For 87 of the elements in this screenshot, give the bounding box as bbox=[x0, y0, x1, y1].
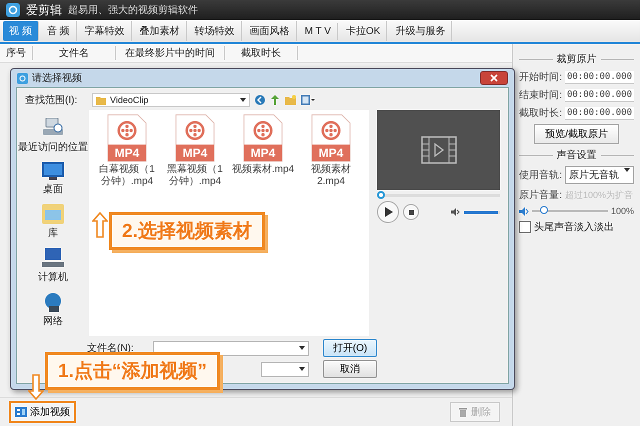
video-file-icon bbox=[311, 114, 351, 162]
field-label: 文件名(N): bbox=[87, 342, 135, 355]
tab[interactable]: 视 频 bbox=[3, 21, 39, 41]
tab[interactable]: 画面风格 bbox=[244, 21, 297, 41]
file-item[interactable]: MP4 视频素材2.mp4 bbox=[299, 114, 363, 188]
play-button[interactable] bbox=[377, 201, 399, 223]
time-field[interactable]: 00:00:00.000 bbox=[564, 88, 634, 102]
volume-reading: 100% bbox=[610, 206, 634, 216]
track-dropdown[interactable]: 原片无音轨 bbox=[564, 166, 634, 184]
file-type-label: MP4 bbox=[114, 146, 140, 160]
caret-icon bbox=[240, 98, 246, 102]
slider-thumb[interactable] bbox=[540, 206, 548, 214]
checkbox-label: 头尾声音淡入淡出 bbox=[534, 220, 614, 234]
add-video-button[interactable]: 添加视频 bbox=[9, 401, 76, 423]
close-button[interactable] bbox=[480, 71, 508, 85]
app-logo-icon bbox=[17, 72, 28, 84]
app-logo-icon bbox=[6, 3, 20, 17]
video-file-icon bbox=[243, 114, 283, 162]
file-item[interactable]: MP4 黑幕视频（1分钟）.mp4 bbox=[163, 114, 227, 188]
stop-button[interactable] bbox=[403, 204, 419, 220]
place-item[interactable]: 库 bbox=[42, 204, 64, 240]
file-type-label: MP4 bbox=[250, 146, 276, 160]
seek-handle[interactable] bbox=[377, 191, 385, 199]
tab[interactable]: 叠加素材 bbox=[134, 21, 187, 41]
field-label: 截取时长: bbox=[519, 106, 562, 120]
up-arrow-icon bbox=[92, 212, 108, 238]
video-file-icon bbox=[175, 114, 215, 162]
filename-field[interactable] bbox=[153, 340, 309, 356]
cancel-button[interactable]: 取消 bbox=[323, 360, 377, 378]
field-label: 使用音轨: bbox=[519, 168, 562, 182]
place-item[interactable]: 桌面 bbox=[42, 162, 64, 196]
back-icon[interactable] bbox=[255, 95, 265, 105]
file-type-label: MP4 bbox=[182, 146, 208, 160]
app-slogan: 超易用、强大的视频剪辑软件 bbox=[68, 4, 198, 17]
down-arrow-icon bbox=[28, 374, 44, 400]
file-item[interactable]: MP4 视频素材.mp4 bbox=[231, 114, 295, 176]
checkbox[interactable] bbox=[519, 221, 532, 233]
field-label: 结束时间: bbox=[519, 88, 562, 102]
caret-icon bbox=[299, 346, 305, 350]
speaker-icon bbox=[519, 206, 530, 216]
place-item[interactable]: 计算机 bbox=[38, 248, 68, 284]
tab[interactable]: 转场特效 bbox=[188, 21, 242, 41]
up-folder-icon[interactable] bbox=[270, 95, 280, 105]
video-file-icon bbox=[107, 114, 147, 162]
folder-dropdown[interactable]: VideoClip bbox=[92, 93, 250, 107]
film-play-icon bbox=[420, 136, 456, 164]
file-item[interactable]: MP4 白幕视频（1分钟）.mp4 bbox=[95, 114, 159, 188]
look-in-label: 查找范围(I): bbox=[25, 94, 78, 107]
place-item[interactable]: 网络 bbox=[43, 292, 63, 328]
time-field[interactable]: 00:00:00.000 bbox=[564, 106, 634, 120]
tab[interactable]: 卡拉OK bbox=[340, 21, 388, 41]
caret-icon bbox=[624, 168, 630, 172]
tab[interactable]: 升级与服务 bbox=[389, 21, 452, 41]
app-name: 爱剪辑 bbox=[26, 2, 62, 18]
library-icon bbox=[42, 204, 64, 224]
film-icon bbox=[15, 407, 27, 417]
trash-icon bbox=[459, 407, 468, 417]
column-header[interactable]: 文件名 bbox=[33, 46, 116, 60]
speaker-icon bbox=[451, 208, 460, 216]
tab[interactable]: M T V bbox=[298, 22, 338, 40]
annotation-tooltip: 2.选择视频素材 bbox=[109, 212, 265, 250]
desktop-icon bbox=[42, 162, 64, 180]
stop-icon bbox=[408, 210, 414, 214]
column-header[interactable]: 序号 bbox=[0, 46, 33, 60]
caret-icon bbox=[299, 367, 305, 371]
section-title: 裁剪原片 bbox=[556, 52, 597, 66]
tab[interactable]: 字幕特效 bbox=[78, 21, 132, 41]
column-header[interactable]: 截取时长 bbox=[225, 46, 298, 60]
tab[interactable]: 音 频 bbox=[40, 21, 77, 41]
field-label: 原片音量: bbox=[519, 188, 562, 202]
file-type-label: MP4 bbox=[318, 146, 344, 160]
time-field[interactable]: 00:00:00.000 bbox=[564, 70, 634, 84]
open-button[interactable]: 打开(O) bbox=[323, 339, 377, 357]
network-icon bbox=[43, 292, 63, 312]
computer-icon bbox=[42, 248, 64, 268]
place-item[interactable]: 最近访问的位置 bbox=[18, 118, 88, 154]
close-icon bbox=[490, 74, 498, 82]
preview-clip-button[interactable]: 预览/截取原片 bbox=[534, 124, 619, 144]
dialog-title: 请选择视频 bbox=[32, 72, 82, 85]
section-title: 声音设置 bbox=[556, 148, 597, 162]
folder-icon bbox=[96, 96, 106, 104]
view-menu-icon[interactable] bbox=[301, 95, 315, 105]
annotation-tooltip: 1.点击“添加视频” bbox=[45, 352, 220, 390]
column-header[interactable]: 在最终影片中的时间 bbox=[116, 46, 225, 60]
play-icon bbox=[385, 207, 393, 217]
recent-places-icon bbox=[42, 118, 64, 138]
field-label: 开始时间: bbox=[519, 70, 562, 84]
